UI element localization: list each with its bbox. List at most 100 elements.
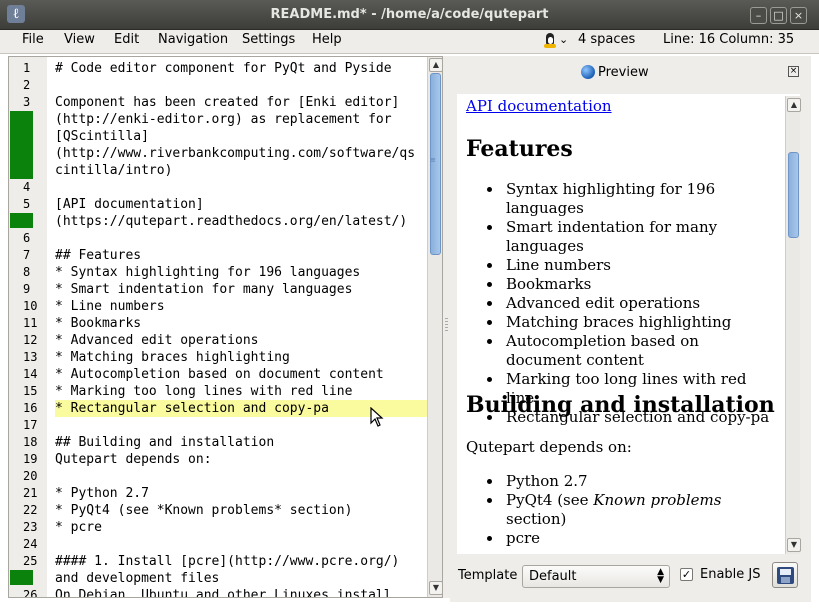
menu-help[interactable]: Help: [312, 32, 342, 47]
line-number: 16: [23, 401, 38, 415]
editor-line[interactable]: 25 #### 1. Install [pcre](http://www.pcre…: [9, 553, 435, 570]
line-text: (http://www.riverbankcomputing.com/softw…: [55, 146, 416, 161]
scrollbar-thumb[interactable]: [430, 73, 441, 255]
editor-line[interactable]: cintilla/intro): [9, 162, 435, 179]
editor-line[interactable]: 6: [9, 230, 435, 247]
line-text: #### 1. Install [pcre](http://www.pcre.o…: [55, 554, 400, 569]
line-number: 25: [23, 554, 38, 568]
line-text: * Line numbers: [55, 299, 165, 314]
editor-line[interactable]: 12 * Advanced edit operations: [9, 332, 435, 349]
line-text: ## Building and installation: [55, 435, 275, 450]
enable-js-checkbox[interactable]: ✓: [680, 568, 693, 581]
scroll-up-button[interactable]: ▲: [787, 98, 801, 112]
line-number: 6: [23, 231, 31, 245]
chevron-down-icon[interactable]: ⌄: [559, 33, 568, 46]
editor-scrollbar[interactable]: ▲ ≡ ▼: [427, 57, 442, 597]
scroll-down-button[interactable]: ▼: [429, 581, 442, 595]
scrollbar-thumb[interactable]: [788, 152, 799, 238]
line-text: * Autocompletion based on document conte…: [55, 367, 384, 382]
line-text: * Matching braces highlighting: [55, 350, 290, 365]
splitter-handle[interactable]: [445, 318, 448, 332]
line-number: 3: [23, 95, 31, 109]
line-text: and development files: [55, 571, 220, 586]
editor-line[interactable]: 11 * Bookmarks: [9, 315, 435, 332]
feature-item: Matching braces highlighting: [487, 313, 777, 332]
line-number: 19: [23, 452, 38, 466]
cursor-position-status: Line: 16 Column: 35: [663, 32, 795, 47]
menu-navigation[interactable]: Navigation: [158, 32, 228, 47]
line-number: 18: [23, 435, 38, 449]
editor-line[interactable]: 14 * Autocompletion based on document con…: [9, 366, 435, 383]
editor-line[interactable]: 18 ## Building and installation: [9, 434, 435, 451]
editor-line[interactable]: 7 ## Features: [9, 247, 435, 264]
mouse-cursor-icon: [370, 407, 384, 427]
tux-icon[interactable]: [544, 33, 556, 49]
menu-view[interactable]: View: [64, 32, 95, 47]
save-button[interactable]: [772, 562, 798, 588]
editor-line[interactable]: (https://qutepart.readthedocs.org/en/lat…: [9, 213, 435, 230]
line-text: * Marking too long lines with red line: [55, 384, 353, 399]
editor-line[interactable]: 20: [9, 468, 435, 485]
line-number: 4: [23, 180, 31, 194]
window-title: README.md* - /home/a/code/qutepart: [270, 7, 549, 22]
feature-item: Line numbers: [487, 256, 777, 275]
editor-line[interactable]: 4: [9, 179, 435, 196]
preview-scrollbar[interactable]: ▲ ▼: [785, 96, 801, 554]
building-heading: Building and installation: [466, 392, 775, 418]
editor-line[interactable]: (http://enki-editor.org) as replacement …: [9, 111, 435, 128]
feature-item: Advanced edit operations: [487, 294, 777, 313]
editor-line[interactable]: 3 Component has been created for [Enki ed…: [9, 94, 435, 111]
editor-line[interactable]: 15 * Marking too long lines with red line: [9, 383, 435, 400]
menu-file[interactable]: File: [22, 32, 44, 47]
enable-js-label[interactable]: Enable JS: [700, 567, 761, 582]
editor-line[interactable]: [QScintilla]: [9, 128, 435, 145]
line-text: [QScintilla]: [55, 129, 149, 144]
maximize-button[interactable]: □: [770, 7, 787, 24]
preview-header: Preview ×: [450, 58, 811, 86]
scroll-up-button[interactable]: ▲: [429, 58, 442, 72]
menu-bar: File View Edit Navigation Settings Help …: [0, 30, 819, 54]
editor-line[interactable]: 22 * PyQt4 (see *Known problems* section): [9, 502, 435, 519]
code-editor[interactable]: 1 # Code editor component for PyQt and Py…: [8, 56, 443, 598]
scroll-down-button[interactable]: ▼: [787, 538, 801, 552]
template-value: Default: [529, 569, 577, 584]
line-text: Qutepart depends on:: [55, 452, 212, 467]
editor-line[interactable]: 19 Qutepart depends on:: [9, 451, 435, 468]
preview-browser[interactable]: API documentation Features Syntax highli…: [457, 94, 800, 554]
line-number: 17: [23, 418, 38, 432]
editor-line[interactable]: and development files: [9, 570, 435, 587]
close-button[interactable]: ×: [790, 7, 807, 24]
editor-line[interactable]: 1 # Code editor component for PyQt and Py…: [9, 60, 435, 77]
line-text: * Python 2.7: [55, 486, 149, 501]
line-number: 12: [23, 333, 38, 347]
editor-line[interactable]: 2: [9, 77, 435, 94]
editor-line[interactable]: 24: [9, 536, 435, 553]
dependencies-list: Python 2.7 PyQt4 (see Known problems sect…: [487, 472, 777, 548]
template-label: Template: [458, 568, 518, 583]
template-select[interactable]: Default ▲ ▼: [522, 565, 670, 588]
editor-line[interactable]: 10 * Line numbers: [9, 298, 435, 315]
editor-line[interactable]: 8 * Syntax highlighting for 196 languages: [9, 264, 435, 281]
line-text: * Advanced edit operations: [55, 333, 259, 348]
editor-line[interactable]: (http://www.riverbankcomputing.com/softw…: [9, 145, 435, 162]
editor-line[interactable]: 21 * Python 2.7: [9, 485, 435, 502]
editor-line[interactable]: 13 * Matching braces highlighting: [9, 349, 435, 366]
line-number: 1: [23, 61, 31, 75]
line-number: 5: [23, 197, 31, 211]
line-text: (http://enki-editor.org) as replacement …: [55, 112, 392, 127]
menu-edit[interactable]: Edit: [114, 32, 139, 47]
line-text: Component has been created for [Enki edi…: [55, 95, 400, 110]
minimize-button[interactable]: –: [750, 7, 767, 24]
api-documentation-link[interactable]: API documentation: [466, 97, 612, 115]
line-text: * pcre: [55, 520, 102, 535]
editor-line[interactable]: 26 On Debian, Ubuntu and other Linuxes in…: [9, 587, 435, 598]
editor-line[interactable]: 23 * pcre: [9, 519, 435, 536]
close-icon[interactable]: ×: [788, 66, 799, 77]
indent-status[interactable]: 4 spaces: [578, 32, 635, 47]
editor-line[interactable]: 9 * Smart indentation for many languages: [9, 281, 435, 298]
editor-line[interactable]: 5 [API documentation]: [9, 196, 435, 213]
line-number: 26: [23, 588, 38, 598]
line-number: 21: [23, 486, 38, 500]
feature-item: Bookmarks: [487, 275, 777, 294]
menu-settings[interactable]: Settings: [242, 32, 295, 47]
